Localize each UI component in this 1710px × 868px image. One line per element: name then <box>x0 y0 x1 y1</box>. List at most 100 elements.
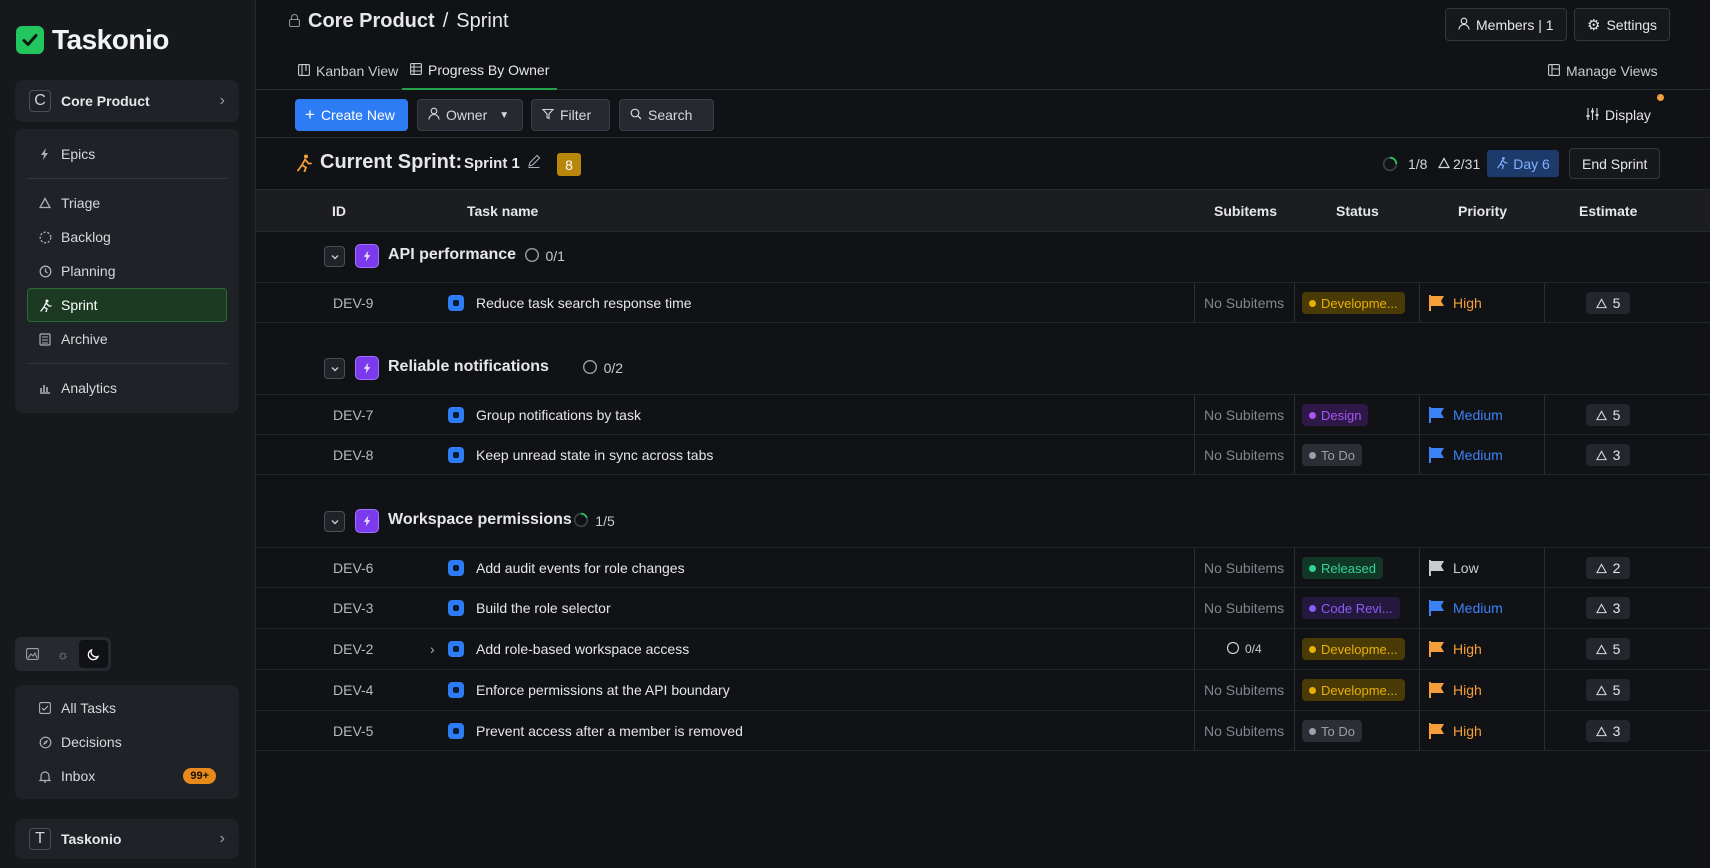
status-cell[interactable]: Developme... <box>1302 670 1405 710</box>
expand-chevron-icon[interactable]: › <box>430 629 435 669</box>
column-header-status[interactable]: Status <box>1336 203 1379 219</box>
table-row[interactable]: DEV-3 Build the role selector No Subitems C… <box>256 587 1710 628</box>
task-id[interactable]: DEV-4 <box>333 670 373 710</box>
epic-name[interactable]: API performance <box>388 246 516 264</box>
estimate-cell[interactable]: 3 <box>1586 435 1630 475</box>
tab-progress-by-owner[interactable]: Progress By Owner <box>402 52 558 90</box>
table-row[interactable]: DEV-4 Enforce permissions at the API boun… <box>256 669 1710 710</box>
column-header-id[interactable]: ID <box>332 203 346 219</box>
task-name[interactable]: Reduce task search response time <box>476 283 692 323</box>
status-cell[interactable]: Design <box>1302 395 1369 435</box>
task-id[interactable]: DEV-7 <box>333 395 373 435</box>
flag-icon <box>1428 294 1446 312</box>
estimate-cell[interactable]: 3 <box>1586 588 1630 628</box>
table-row[interactable]: DEV-8 Keep unread state in sync across ta… <box>256 434 1710 475</box>
estimate-cell[interactable]: 5 <box>1586 395 1630 435</box>
sidebar-item-all-tasks[interactable]: All Tasks <box>27 691 227 725</box>
task-name[interactable]: Group notifications by task <box>476 395 641 435</box>
epic-name[interactable]: Workspace permissions <box>388 511 572 529</box>
collapse-toggle[interactable] <box>324 246 345 267</box>
task-name[interactable]: Build the role selector <box>476 588 611 628</box>
column-header-task-name[interactable]: Task name <box>467 203 538 219</box>
task-id[interactable]: DEV-9 <box>333 283 373 323</box>
sidebar-item-analytics[interactable]: Analytics <box>27 371 227 405</box>
settings-button[interactable]: ⚙ Settings <box>1574 8 1671 41</box>
table-row[interactable]: DEV-9 Reduce task search response time No … <box>256 282 1710 323</box>
status-cell[interactable]: Developme... <box>1302 629 1405 669</box>
task-name[interactable]: Enforce permissions at the API boundary <box>476 670 730 710</box>
estimate-cell[interactable]: 5 <box>1586 670 1630 710</box>
task-name[interactable]: Add audit events for role changes <box>476 548 685 588</box>
collapse-toggle[interactable] <box>324 511 345 532</box>
sidebar-item-backlog[interactable]: Backlog <box>27 220 227 254</box>
task-id[interactable]: DEV-5 <box>333 711 373 751</box>
estimate-cell[interactable]: 2 <box>1586 548 1630 588</box>
breadcrumb-separator: / <box>442 10 449 32</box>
status-cell[interactable]: To Do <box>1302 711 1362 751</box>
end-sprint-button[interactable]: End Sprint <box>1569 148 1661 179</box>
priority-cell[interactable]: Low <box>1428 548 1479 588</box>
task-id[interactable]: DEV-6 <box>333 548 373 588</box>
task-id[interactable]: DEV-2 <box>333 629 373 669</box>
sidebar-item-sprint[interactable]: Sprint <box>27 288 227 322</box>
priority-cell[interactable]: High <box>1428 670 1482 710</box>
column-divider <box>1419 283 1420 323</box>
breadcrumb-project[interactable]: Core Product <box>308 10 435 33</box>
image-theme-icon[interactable] <box>18 640 47 668</box>
workspace-switcher[interactable]: C Core Product › <box>15 80 239 122</box>
search-button[interactable]: Search <box>619 99 714 131</box>
epic-name[interactable]: Reliable notifications <box>388 358 549 376</box>
task-icon <box>448 447 464 463</box>
priority-cell[interactable]: Medium <box>1428 435 1503 475</box>
estimate-cell[interactable]: 3 <box>1586 711 1630 751</box>
table-row[interactable]: DEV-6 Add audit events for role changes No… <box>256 547 1710 588</box>
bell-icon <box>38 769 52 783</box>
sidebar-item-epics[interactable]: Epics <box>27 137 227 171</box>
sidebar-item-decisions[interactable]: Decisions <box>27 725 227 759</box>
status-label: To Do <box>1321 447 1355 463</box>
status-cell[interactable]: Code Revi... <box>1302 588 1400 628</box>
settings-label: Settings <box>1606 16 1658 33</box>
task-name[interactable]: Prevent access after a member is removed <box>476 711 743 751</box>
create-new-button[interactable]: + Create New <box>295 99 408 131</box>
status-cell[interactable]: Developme... <box>1302 283 1405 323</box>
subitems-empty: No Subitems <box>1204 447 1285 463</box>
sun-icon[interactable]: ☼ <box>49 640 78 668</box>
owner-dropdown[interactable]: Owner ▼ <box>417 99 523 131</box>
moon-icon[interactable] <box>79 640 109 668</box>
org-switcher[interactable]: T Taskonio › <box>15 819 239 859</box>
priority-cell[interactable]: High <box>1428 629 1482 669</box>
task-name[interactable]: Keep unread state in sync across tabs <box>476 435 713 475</box>
display-button[interactable]: Display <box>1576 99 1661 131</box>
priority-cell[interactable]: Medium <box>1428 395 1503 435</box>
priority-cell[interactable]: High <box>1428 283 1482 323</box>
tab-kanban-view[interactable]: Kanban View <box>296 52 400 90</box>
table-row[interactable]: DEV-2 › Add role-based workspace access 0/4… <box>256 628 1710 669</box>
column-header-priority[interactable]: Priority <box>1458 203 1507 219</box>
status-badge: Code Revi... <box>1302 597 1400 619</box>
collapse-toggle[interactable] <box>324 358 345 379</box>
sidebar-item-triage[interactable]: Triage <box>27 186 227 220</box>
task-id[interactable]: DEV-8 <box>333 435 373 475</box>
priority-cell[interactable]: High <box>1428 711 1482 751</box>
subitems-progress[interactable]: 0/4 <box>1226 629 1262 669</box>
manage-views-button[interactable]: Manage Views <box>1546 52 1660 90</box>
column-header-subitems[interactable]: Subitems <box>1214 203 1277 219</box>
estimate-cell[interactable]: 5 <box>1586 283 1630 323</box>
filter-button[interactable]: Filter <box>531 99 610 131</box>
priority-cell[interactable]: Medium <box>1428 588 1503 628</box>
column-header-estimate[interactable]: Estimate <box>1579 203 1637 219</box>
sidebar-item-inbox[interactable]: Inbox 99+ <box>27 759 227 793</box>
sidebar-item-archive[interactable]: Archive <box>27 322 227 356</box>
table-row[interactable]: DEV-5 Prevent access after a member is re… <box>256 710 1710 751</box>
task-id[interactable]: DEV-3 <box>333 588 373 628</box>
status-cell[interactable]: To Do <box>1302 435 1362 475</box>
members-button[interactable]: Members | 1 <box>1445 8 1567 41</box>
status-cell[interactable]: Released <box>1302 548 1383 588</box>
estimate-cell[interactable]: 5 <box>1586 629 1630 669</box>
sidebar-item-planning[interactable]: Planning <box>27 254 227 288</box>
task-name[interactable]: Add role-based workspace access <box>476 629 689 669</box>
pencil-icon[interactable] <box>527 154 541 171</box>
table-row[interactable]: DEV-7 Group notifications by task No Subit… <box>256 394 1710 435</box>
column-divider <box>1194 435 1195 475</box>
